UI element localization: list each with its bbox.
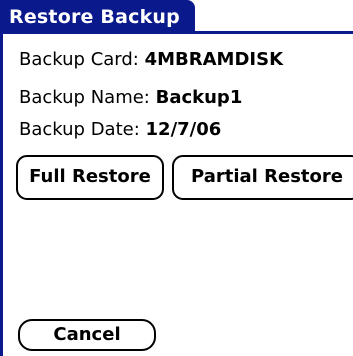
full-restore-button[interactable]: Full Restore [16, 155, 164, 200]
backup-card-value: 4MBRAMDISK [144, 49, 284, 70]
partial-restore-button[interactable]: Partial Restore [172, 155, 353, 200]
cancel-button[interactable]: Cancel [18, 319, 156, 351]
backup-date-row: Backup Date: 12/7/06 [19, 118, 221, 142]
backup-card-label: Backup Card: [19, 49, 139, 70]
backup-name-value: Backup1 [155, 87, 243, 108]
backup-name-row: Backup Name: Backup1 [19, 86, 242, 110]
backup-date-label: Backup Date: [19, 119, 140, 140]
title-bar: Restore Backup [0, 0, 195, 34]
backup-date-value: 12/7/06 [145, 119, 222, 140]
backup-card-row: Backup Card: 4MBRAMDISK [19, 48, 283, 72]
dialog-title: Restore Backup [9, 6, 180, 28]
backup-name-label: Backup Name: [19, 87, 150, 108]
